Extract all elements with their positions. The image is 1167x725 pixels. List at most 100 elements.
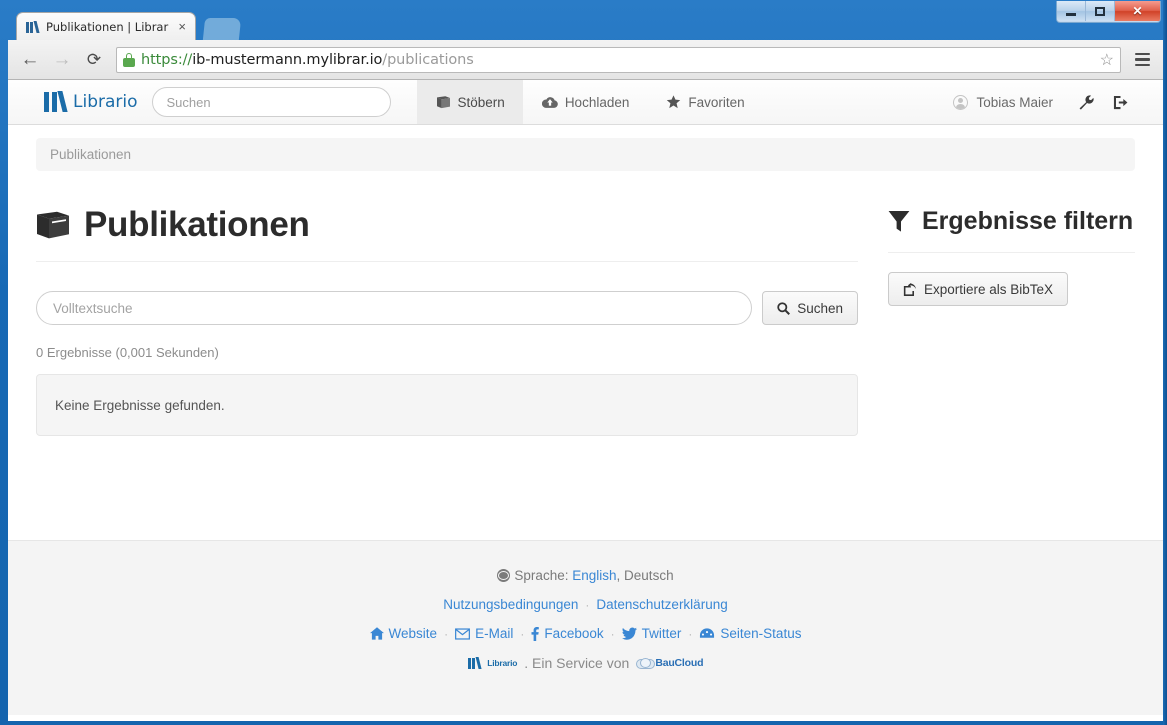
- nav-item-label: Stöbern: [457, 94, 505, 110]
- wrench-icon: [1079, 94, 1094, 110]
- filter-icon: [888, 211, 910, 232]
- reload-button[interactable]: ⟳: [80, 46, 108, 74]
- forward-button[interactable]: →: [48, 46, 76, 74]
- footer-link-twitter[interactable]: Twitter: [621, 626, 682, 641]
- address-bar-url: https://ib-mustermann.mylibrar.io/public…: [141, 52, 474, 68]
- page-footer: Sprache: English, Deutsch Nutzungsbeding…: [8, 540, 1163, 715]
- tab-close-icon[interactable]: ×: [175, 20, 189, 33]
- footer-link-label: Seiten-Status: [720, 626, 802, 641]
- footer-separator: ·: [520, 626, 525, 641]
- user-name: Tobias Maier: [976, 94, 1053, 110]
- footer-link-label: Facebook: [544, 626, 604, 641]
- app-navbar: Librario Stöbern Hochladen Favoriten: [8, 80, 1163, 125]
- result-count: 0 Ergebnisse (0,001 Sekunden): [36, 345, 219, 360]
- lock-icon: [123, 52, 135, 67]
- page-viewport: Librario Stöbern Hochladen Favoriten: [8, 80, 1163, 715]
- footer-separator: ·: [688, 626, 693, 641]
- fulltext-search-row: Suchen: [36, 262, 858, 325]
- footer-link-label: E-Mail: [475, 626, 514, 641]
- home-icon: [369, 627, 384, 640]
- browser-window: ✕ Publikationen | Librario × ← → ⟳ https…: [0, 0, 1167, 725]
- nav-item-stoebern[interactable]: Stöbern: [416, 80, 523, 124]
- breadcrumb: Publikationen: [36, 138, 1135, 171]
- footer-service-row: Librario . Ein Service von BauCloud: [8, 655, 1163, 671]
- browser-tab-title: Publikationen | Librario: [46, 19, 170, 34]
- filter-heading-text: Ergebnisse filtern: [922, 207, 1134, 235]
- footer-separator: ·: [444, 626, 449, 641]
- page-content: Publikationen Suchen 0 Ergebnisse (0,001…: [8, 171, 1163, 436]
- export-bibtex-button[interactable]: Exportiere als BibTeX: [888, 272, 1069, 306]
- url-host: ib-mustermann.mylibrar.io: [192, 51, 383, 68]
- user-menu[interactable]: Tobias Maier: [939, 94, 1067, 110]
- footer-language-row: Sprache: English, Deutsch: [8, 568, 1163, 583]
- back-arrow-icon: ←: [20, 48, 40, 70]
- footer-legal-row: Nutzungsbedingungen · Datenschutzerkläru…: [8, 597, 1163, 612]
- facebook-icon: [531, 626, 540, 641]
- librario-logo-small-icon: [467, 657, 482, 669]
- logout-button[interactable]: [1105, 87, 1135, 117]
- language-option-deutsch[interactable]: Deutsch: [624, 568, 674, 583]
- nav-item-label: Hochladen: [564, 94, 630, 110]
- cloud-icon: [636, 657, 656, 669]
- bookmark-star-icon[interactable]: ☆: [1100, 50, 1114, 70]
- address-bar[interactable]: https://ib-mustermann.mylibrar.io/public…: [116, 46, 1121, 73]
- main-column: Publikationen Suchen 0 Ergebnisse (0,001…: [36, 171, 872, 436]
- sidebar-column: Ergebnisse filtern Exportiere als BibTeX: [872, 171, 1135, 436]
- footer-link-label: Website: [388, 626, 438, 641]
- back-button[interactable]: ←: [16, 46, 44, 74]
- footer-link-website[interactable]: Website: [369, 626, 438, 641]
- settings-button[interactable]: [1071, 87, 1101, 117]
- brand-text: Librario: [73, 92, 138, 112]
- reload-icon: ⟳: [86, 49, 102, 69]
- search-icon: [777, 301, 791, 315]
- footer-links-row: Website · E-Mail · Facebook · Twitter ·: [8, 626, 1163, 641]
- book-icon: [436, 95, 450, 108]
- star-icon: [667, 95, 681, 109]
- nav-item-label: Favoriten: [688, 94, 745, 110]
- navbar-search-input[interactable]: [151, 87, 391, 117]
- navbar-menu: Stöbern Hochladen Favoriten: [416, 80, 763, 124]
- footer-link-label: Twitter: [641, 626, 682, 641]
- cloud-upload-icon: [541, 96, 558, 108]
- breadcrumb-container: Publikationen: [8, 125, 1163, 171]
- footer-link-seiten-status[interactable]: Seiten-Status: [699, 626, 801, 641]
- new-tab-button[interactable]: [202, 18, 242, 40]
- baucloud-text: BauCloud: [655, 657, 704, 669]
- breadcrumb-current: Publikationen: [50, 147, 132, 162]
- nav-item-hochladen[interactable]: Hochladen: [523, 80, 648, 124]
- window-bottom-edge: [8, 715, 1163, 721]
- globe-icon: [497, 569, 511, 582]
- librario-favicon-icon: [26, 21, 40, 33]
- sign-out-icon: [1113, 95, 1127, 109]
- librario-logo-icon: [44, 91, 68, 112]
- filter-heading: Ergebnisse filtern: [888, 171, 1135, 252]
- url-path: /publications: [382, 51, 474, 68]
- envelope-icon: [455, 627, 471, 640]
- footer-separator: ·: [610, 626, 615, 641]
- url-scheme: https://: [141, 51, 193, 68]
- footer-link-datenschutzerklaerung[interactable]: Datenschutzerklärung: [596, 597, 727, 612]
- language-separator: ,: [616, 568, 621, 583]
- language-label: Sprache:: [514, 568, 569, 583]
- browser-tab[interactable]: Publikationen | Librario ×: [16, 12, 196, 40]
- search-button[interactable]: Suchen: [762, 291, 858, 325]
- footer-service-text: . Ein Service von: [524, 655, 630, 671]
- baucloud-logo[interactable]: BauCloud: [636, 657, 703, 669]
- language-option-english[interactable]: English: [572, 568, 616, 583]
- nav-item-favoriten[interactable]: Favoriten: [647, 80, 762, 124]
- window-right-edge: [1163, 0, 1167, 725]
- forward-arrow-icon: →: [52, 48, 72, 70]
- footer-link-nutzungsbedingungen[interactable]: Nutzungsbedingungen: [443, 597, 578, 612]
- browser-tabstrip: Publikationen | Librario ×: [8, 12, 1167, 40]
- footer-link-email[interactable]: E-Mail: [455, 626, 513, 641]
- twitter-icon: [621, 627, 637, 640]
- browser-menu-button[interactable]: [1129, 47, 1155, 73]
- footer-link-facebook[interactable]: Facebook: [531, 626, 604, 641]
- fulltext-search-input[interactable]: [36, 291, 753, 325]
- browser-toolbar: ← → ⟳ https://ib-mustermann.mylibrar.io/…: [8, 40, 1163, 80]
- page-title: Publikationen: [36, 171, 858, 261]
- book-icon: [37, 211, 69, 239]
- footer-service-brand: Librario: [487, 658, 518, 668]
- export-bibtex-label: Exportiere als BibTeX: [924, 281, 1054, 297]
- brand-link[interactable]: Librario: [8, 80, 152, 124]
